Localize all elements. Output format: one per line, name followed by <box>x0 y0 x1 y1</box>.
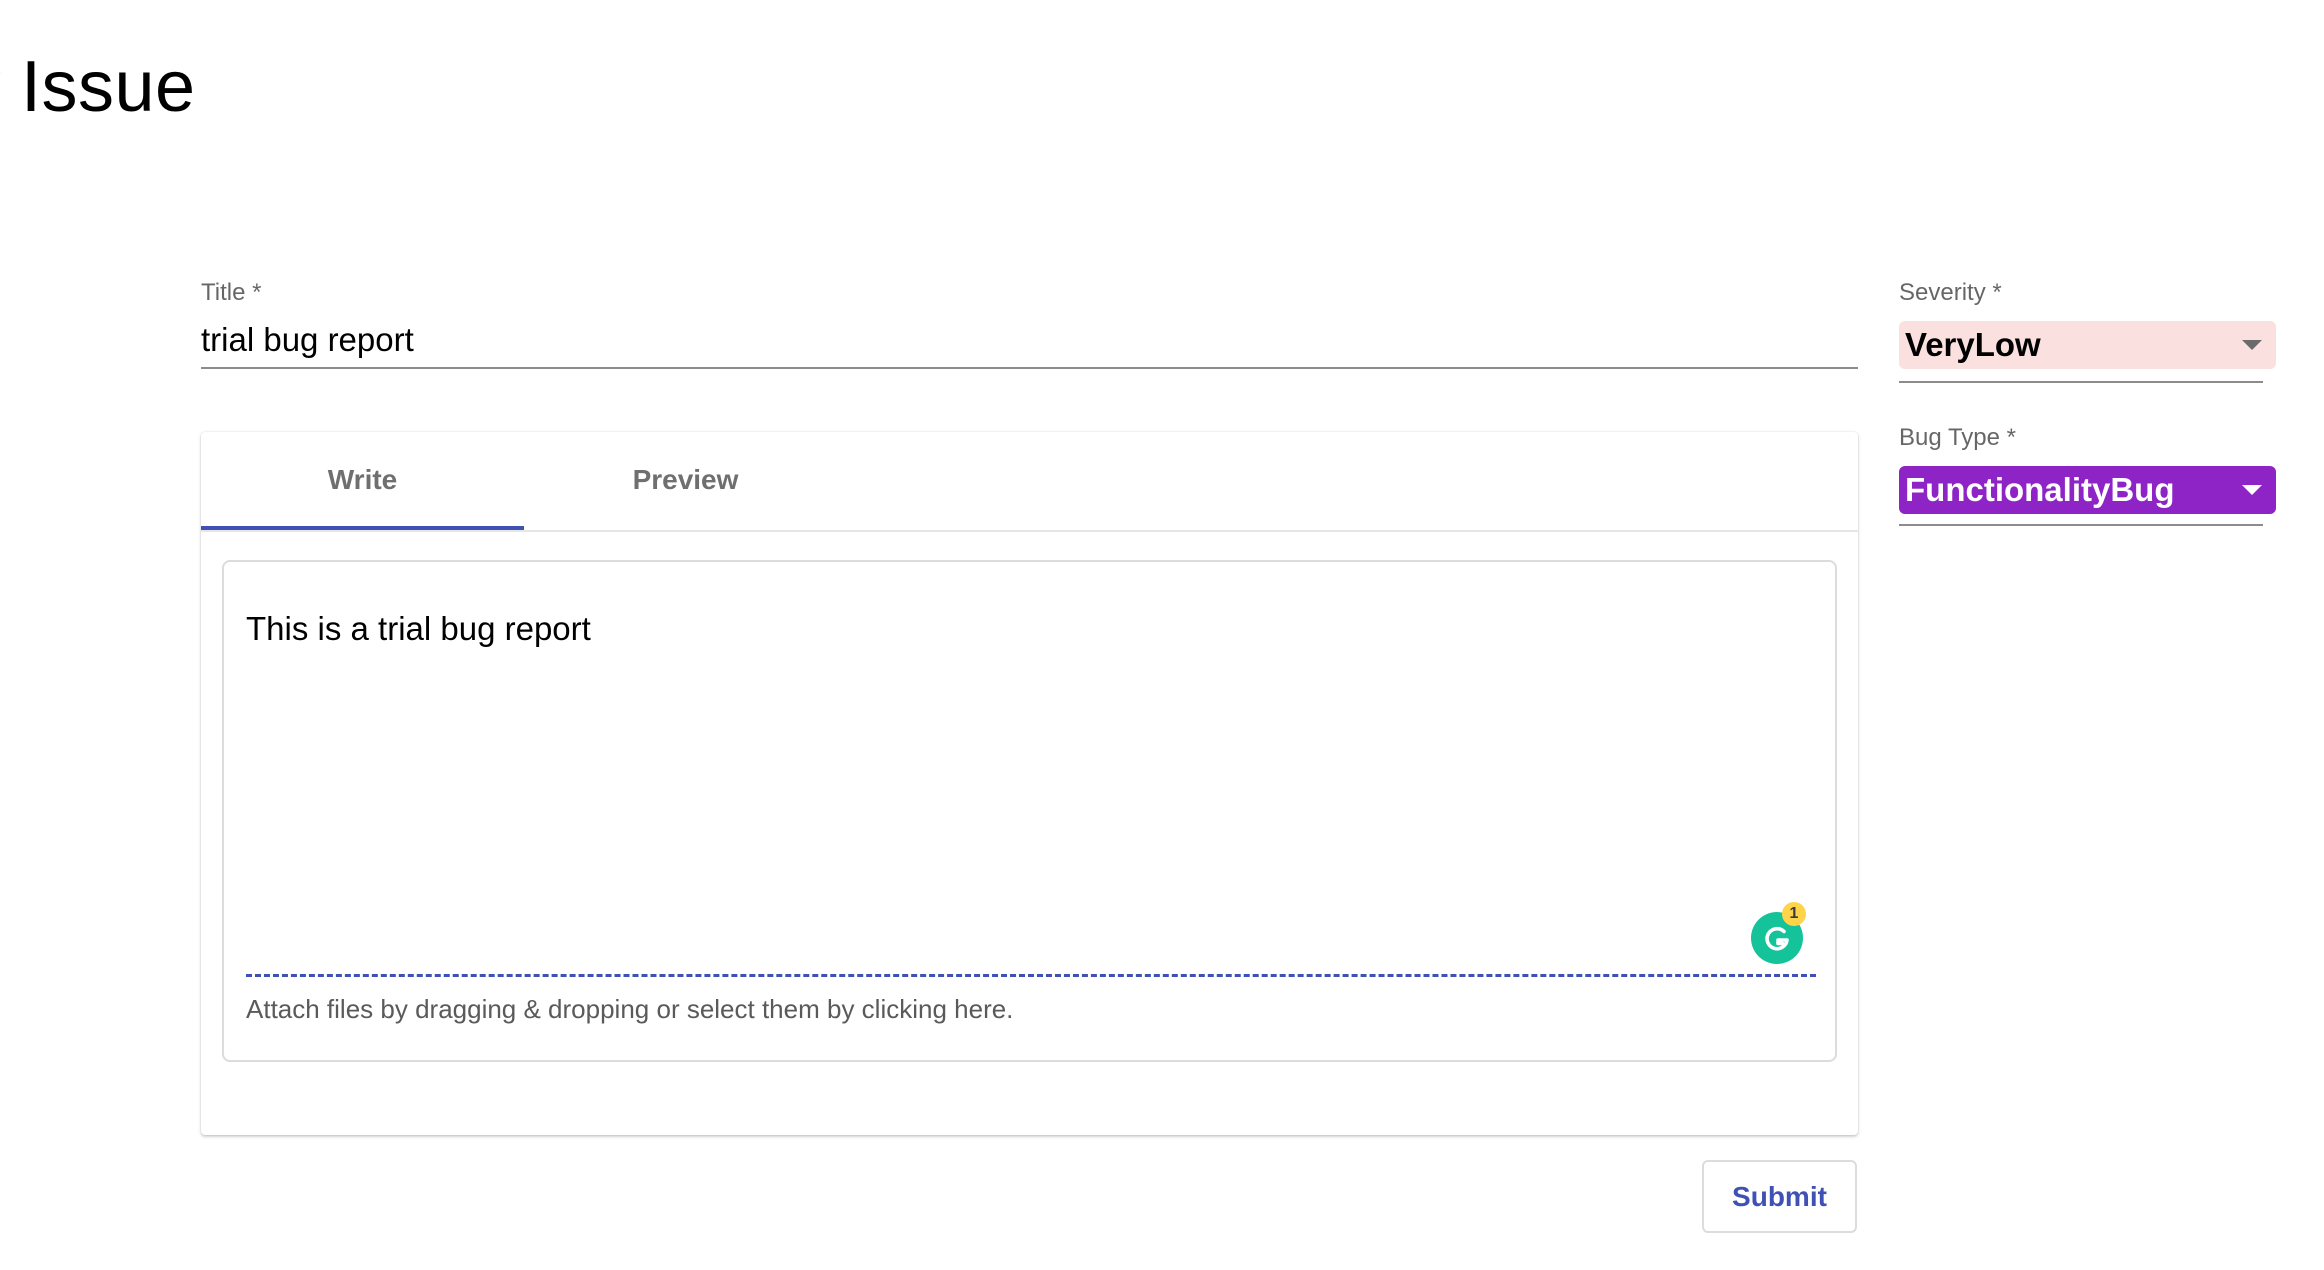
attach-divider <box>246 974 1816 977</box>
page-title: w Issue <box>0 47 196 127</box>
title-input[interactable] <box>201 313 1858 369</box>
issue-body-textarea[interactable]: This is a trial bug report 1 Attach file… <box>222 560 1837 1062</box>
severity-field: Severity * VeryLow <box>1899 275 2276 383</box>
bug-type-value: FunctionalityBug <box>1905 471 2175 508</box>
arrow-drop-down-icon <box>2242 340 2262 350</box>
bug-type-label: Bug Type * <box>1899 424 2016 451</box>
bug-type-underline <box>1899 524 2263 526</box>
title-label: Title * <box>201 279 262 306</box>
markdown-editor: Write Preview This is a trial bug report… <box>201 432 1858 1135</box>
attach-files-hint[interactable]: Attach files by dragging & dropping or s… <box>246 994 1013 1025</box>
submit-button[interactable]: Submit <box>1702 1160 1857 1233</box>
severity-value: VeryLow <box>1905 326 2041 363</box>
severity-select[interactable]: VeryLow <box>1899 321 2276 369</box>
arrow-drop-down-icon <box>2242 485 2262 495</box>
grammarly-g-glyph <box>1765 926 1789 951</box>
title-field: Title * <box>201 275 1858 371</box>
active-tab-indicator <box>201 526 524 530</box>
severity-underline <box>1899 381 2263 383</box>
tab-write[interactable]: Write <box>201 432 524 528</box>
severity-label: Severity * <box>1899 279 2002 306</box>
issue-body-text: This is a trial bug report <box>246 610 591 647</box>
bug-type-select[interactable]: FunctionalityBug <box>1899 466 2276 514</box>
tab-preview[interactable]: Preview <box>524 432 847 528</box>
bug-type-field: Bug Type * FunctionalityBug <box>1899 420 2276 526</box>
grammarly-count-badge: 1 <box>1782 902 1806 926</box>
editor-tab-bar: Write Preview <box>201 432 1858 532</box>
